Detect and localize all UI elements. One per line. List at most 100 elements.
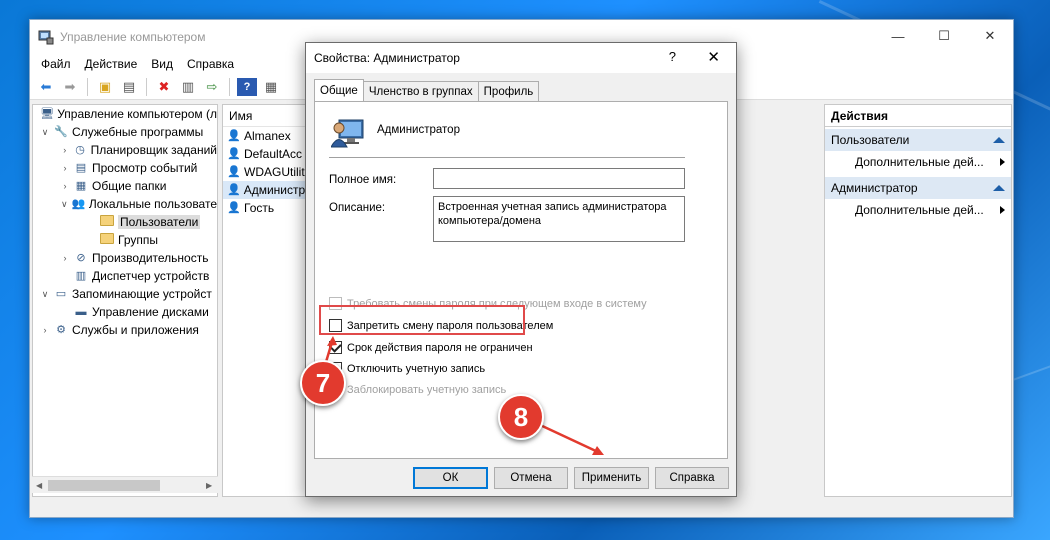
list-item[interactable]: 👤 DefaultAcc	[223, 145, 307, 163]
export-list-icon[interactable]: ⇨	[202, 78, 222, 96]
list-item-label: Администра	[243, 183, 308, 197]
forward-icon[interactable]: ➡	[60, 78, 80, 96]
close-window-button[interactable]: ✕	[967, 20, 1013, 52]
tree-item-label: Пользователи	[118, 215, 201, 229]
action-pane-icon[interactable]: ▦	[261, 78, 281, 96]
actions-header: Действия	[825, 105, 1011, 127]
list-item[interactable]: 👤 WDAGUtilit	[223, 163, 307, 181]
disk-icon: ▬	[75, 306, 87, 318]
help-button[interactable]: Справка	[655, 467, 729, 489]
tree-item[interactable]: ∨ ▭ Запоминающие устройст	[33, 285, 217, 303]
up-folder-icon[interactable]: ▣	[95, 78, 115, 96]
actions-more-users[interactable]: Дополнительные дей...	[825, 151, 1011, 173]
list-item-label: WDAGUtilit	[244, 165, 305, 179]
tree-item-label: Планировщик заданий	[90, 143, 217, 157]
actions-more-users-label: Дополнительные дей...	[855, 155, 984, 169]
actions-group-users-label: Пользователи	[831, 133, 910, 147]
tree-item[interactable]: 🖥 Управление компьютером (л	[33, 105, 217, 123]
dialog-help-button[interactable]: ?	[669, 49, 676, 64]
tree-item-label: Службы и приложения	[72, 323, 199, 337]
user-icon: 👤	[227, 166, 241, 178]
collapse-icon[interactable]	[993, 137, 1005, 143]
description-input[interactable]: Встроенная учетная запись администратора…	[433, 196, 685, 242]
tree-item[interactable]: › ⚙ Службы и приложения	[33, 321, 217, 339]
full-name-input[interactable]	[433, 168, 685, 189]
list-item-label: Гость	[244, 201, 275, 215]
collapsed-chevron-icon[interactable]: ›	[59, 145, 70, 155]
list-item[interactable]: 👤 Администра	[223, 181, 307, 199]
menu-view[interactable]: Вид	[144, 57, 180, 71]
actions-more-administrator[interactable]: Дополнительные дей...	[825, 199, 1011, 221]
menu-help[interactable]: Справка	[180, 57, 241, 71]
tree-item[interactable]: › ▤ Просмотр событий	[33, 159, 217, 177]
performance-icon: ⊘	[76, 252, 86, 264]
expanded-chevron-icon[interactable]: ∨	[39, 127, 51, 138]
user-name-label: Администратор	[377, 124, 460, 136]
list-item[interactable]: 👤 Гость	[223, 199, 307, 217]
tree-item-label: Локальные пользовате	[88, 197, 217, 211]
user-icon: 👤	[227, 184, 241, 196]
checkbox-label: Отключить учетную запись	[347, 362, 486, 375]
tree-item[interactable]: › ⊘ Производительность	[33, 249, 217, 267]
tab-profile[interactable]: Профиль	[477, 81, 540, 101]
dialog-tabs: Общие Членство в группах Профиль	[314, 79, 540, 101]
collapse-icon[interactable]	[993, 185, 1005, 191]
delete-icon[interactable]: ✖	[154, 78, 174, 96]
tree-item[interactable]: ▥ Диспетчер устройств	[33, 267, 217, 285]
tab-group-membership[interactable]: Членство в группах	[362, 81, 479, 101]
menu-file[interactable]: Файл	[34, 57, 78, 71]
show-hide-tree-icon[interactable]: ▤	[119, 78, 139, 96]
tree-item[interactable]: › ▦ Общие папки	[33, 177, 217, 195]
tree-item[interactable]: ▬ Управление дисками	[33, 303, 217, 321]
collapsed-chevron-icon[interactable]: ›	[59, 163, 71, 173]
checkbox-box[interactable]	[329, 341, 342, 354]
collapsed-chevron-icon[interactable]: ›	[59, 181, 71, 191]
column-header-name[interactable]: Имя	[223, 105, 307, 127]
back-icon[interactable]: ⬅	[36, 78, 56, 96]
window-title: Управление компьютером	[60, 30, 206, 44]
list-item[interactable]: 👤 Almanex	[223, 127, 307, 145]
tree-item-label: Группы	[118, 233, 158, 247]
computer-icon: 🖥	[40, 108, 55, 120]
expanded-chevron-icon[interactable]: ∨	[39, 289, 51, 300]
maximize-button[interactable]: ☐	[921, 20, 967, 52]
actions-group-administrator[interactable]: Администратор	[825, 177, 1011, 199]
minimize-button[interactable]: —	[875, 20, 921, 52]
collapsed-chevron-icon[interactable]: ›	[59, 253, 71, 263]
tree-item[interactable]: ∨ 👥 Локальные пользовате	[33, 195, 217, 213]
tree-item-label: Производительность	[92, 251, 209, 265]
console-tree: 🖥 Управление компьютером (л ∨ 🔧 Служебные пр…	[32, 104, 218, 497]
full-name-label: Полное имя:	[329, 174, 397, 186]
separator	[329, 157, 685, 158]
cancel-button[interactable]: Отмена	[494, 467, 568, 489]
tree-item[interactable]: ∨ 🔧 Служебные программы	[33, 123, 217, 141]
menu-action[interactable]: Действие	[78, 57, 145, 71]
tree-item[interactable]: Группы	[33, 231, 217, 249]
users-icon: 👥	[71, 198, 86, 210]
actions-group-users[interactable]: Пользователи	[825, 129, 1011, 151]
tree-item[interactable]: Пользователи	[33, 213, 217, 231]
tab-general[interactable]: Общие	[314, 79, 364, 101]
ok-button[interactable]: ОК	[413, 467, 488, 489]
user-account-icon	[331, 119, 364, 148]
services-icon: ⚙	[56, 324, 66, 336]
list-item-label: DefaultAcc	[244, 147, 303, 161]
clock-icon: ◷	[75, 144, 85, 156]
expanded-chevron-icon[interactable]: ∨	[59, 199, 70, 210]
password-never-expires-checkbox[interactable]: Срок действия пароля не ограничен	[329, 341, 533, 354]
user-icon: 👤	[227, 148, 241, 160]
help-icon[interactable]: ?	[237, 77, 257, 96]
tree-item[interactable]: › ◷ Планировщик заданий	[33, 141, 217, 159]
apply-button[interactable]: Применить	[574, 467, 649, 489]
checkbox-label: Заблокировать учетную запись	[347, 383, 507, 396]
disable-account-checkbox[interactable]: Отключить учетную запись	[329, 362, 485, 375]
properties-icon[interactable]: ▥	[178, 78, 198, 96]
dialog-close-button[interactable]: ✕	[707, 48, 720, 66]
collapsed-chevron-icon[interactable]: ›	[39, 325, 51, 335]
step-7-badge: 7	[300, 360, 346, 406]
submenu-arrow-icon	[1000, 158, 1005, 166]
tree-horizontal-scrollbar[interactable]: ◀ ▶	[32, 476, 218, 493]
folder-icon	[99, 215, 115, 229]
computer-management-icon	[38, 30, 54, 45]
user-icon: 👤	[227, 202, 241, 214]
